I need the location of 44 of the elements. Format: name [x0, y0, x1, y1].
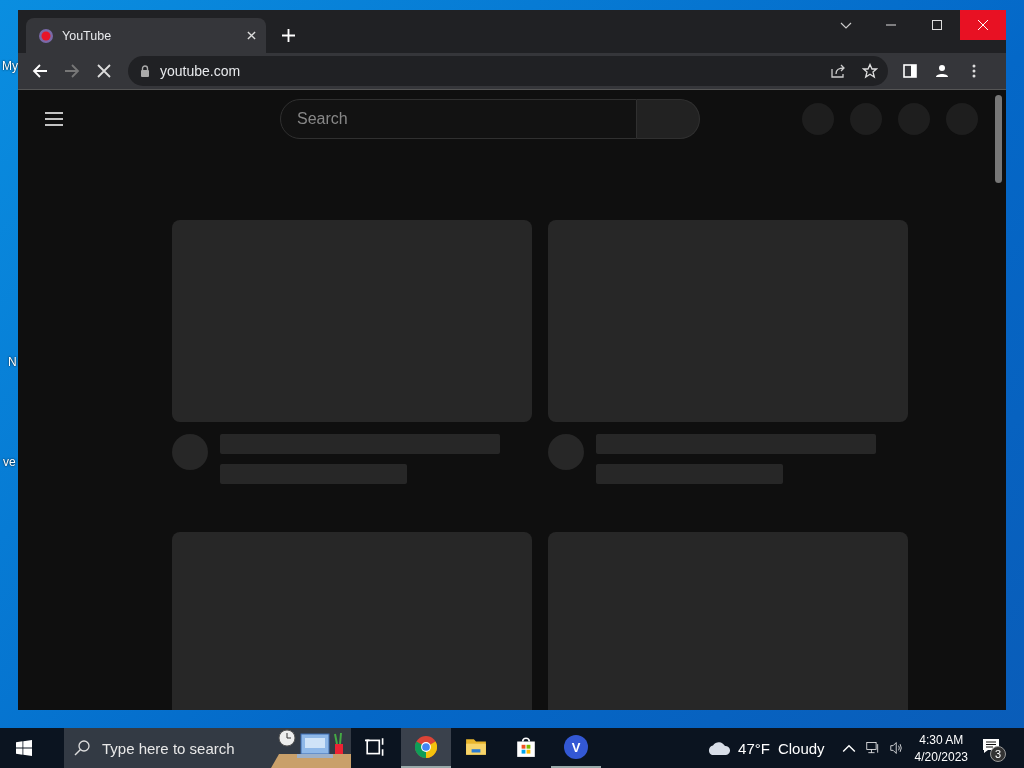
chevron-icon[interactable] — [840, 22, 852, 30]
desktop-icon-label[interactable]: N — [8, 355, 17, 369]
stop-icon[interactable] — [96, 63, 112, 79]
clock-time[interactable]: 4:30 AM — [919, 732, 964, 747]
taskbar-app-button[interactable]: V — [551, 728, 601, 768]
network-icon[interactable] — [865, 741, 880, 755]
scrollbar[interactable] — [995, 95, 1002, 183]
cloud-icon — [707, 741, 732, 755]
address-bar[interactable]: youtube.com — [128, 56, 888, 86]
folder-icon — [465, 736, 487, 758]
speaker-icon[interactable] — [889, 741, 904, 755]
search-field[interactable]: Search — [280, 99, 637, 139]
clock-date[interactable]: 4/20/2023 — [914, 749, 968, 764]
temperature-text[interactable]: 47°F — [738, 739, 770, 757]
search-placeholder: Type here to search — [102, 739, 235, 757]
weather-condition-text[interactable]: Cloudy — [777, 739, 825, 757]
share-icon[interactable] — [830, 63, 846, 79]
store-icon — [515, 736, 537, 758]
search-icon — [74, 740, 90, 756]
close-icon — [978, 20, 988, 30]
taskbar-search-field[interactable]: Type here to search — [64, 728, 351, 768]
menu-icon[interactable] — [45, 112, 63, 126]
avatar-placeholder — [548, 434, 584, 470]
maximize-icon — [932, 20, 942, 30]
close-icon[interactable] — [247, 31, 256, 40]
notification-count: 3 — [990, 746, 1006, 762]
url-text: youtube.com — [160, 63, 241, 79]
desktop-icon-label[interactable]: ve — [3, 455, 16, 469]
start-icon[interactable] — [16, 740, 32, 756]
star-icon[interactable] — [862, 63, 878, 79]
forward-icon[interactable] — [64, 63, 80, 79]
new-tab-icon[interactable] — [282, 29, 295, 42]
lock-icon — [140, 65, 150, 77]
app-icon: V — [564, 735, 588, 759]
profile-icon[interactable] — [934, 63, 950, 79]
browser-icon — [415, 736, 437, 758]
back-icon[interactable] — [32, 63, 48, 79]
desktop-icon-label[interactable]: My — [2, 59, 18, 73]
tab-title: YouTube — [62, 28, 113, 43]
taskbar-app-button[interactable] — [401, 728, 451, 768]
browser-tab[interactable]: YouTube — [26, 18, 266, 53]
avatar-placeholder — [172, 434, 208, 470]
favicon-icon — [38, 27, 54, 44]
side-panel-icon[interactable] — [902, 63, 918, 79]
